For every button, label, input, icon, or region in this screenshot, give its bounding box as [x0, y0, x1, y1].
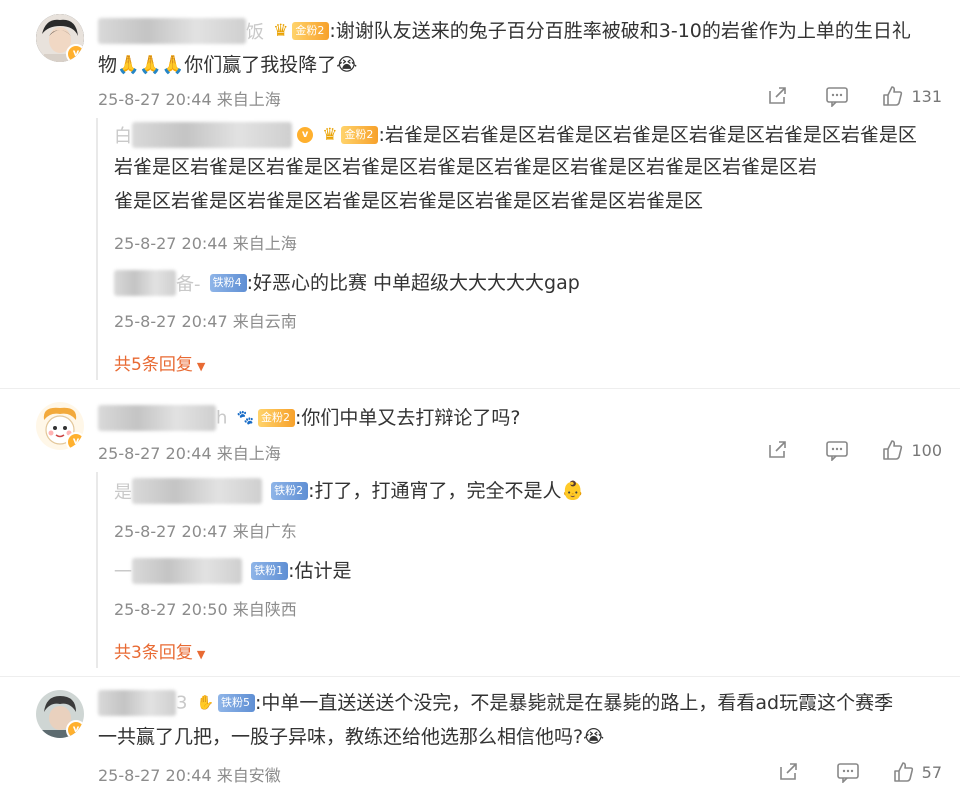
crown-icon: ♛	[322, 125, 338, 145]
fan-badge[interactable]: 金粉2	[257, 409, 295, 427]
reply-text: :估计是	[288, 560, 352, 582]
comment-text: :你们中单又去打辩论了吗?	[294, 407, 521, 429]
thumbs-up-icon	[893, 762, 913, 782]
reply-username-prefix: 白	[114, 126, 132, 147]
verified-badge-icon: v	[297, 127, 314, 143]
thumbs-up-icon	[883, 86, 903, 106]
verified-badge-icon: v	[66, 432, 84, 450]
cry-emoji: 😭	[583, 726, 605, 748]
reply-time: 25-8-27 20:47 来自广东	[114, 522, 297, 541]
username-suffix: 3	[176, 692, 188, 714]
like-count: 57	[921, 762, 942, 782]
fan-emblem-icon: ✋	[196, 695, 214, 711]
reply-text-line2: 岩雀是区岩雀是区岩雀是区岩雀是区岩雀是区岩雀是区岩雀是区岩雀是区岩雀是区岩	[114, 156, 818, 178]
username-suffix: h	[216, 407, 228, 429]
username-blurred[interactable]	[98, 690, 176, 716]
like-count: 100	[911, 440, 942, 460]
cat-icon: 🐾	[236, 410, 254, 426]
fan-badge[interactable]: 铁粉5	[217, 694, 255, 712]
avatar[interactable]: v	[36, 14, 84, 62]
fan-badge[interactable]: 金粉2	[292, 22, 330, 40]
like-button[interactable]: 131	[881, 84, 942, 108]
comment-icon[interactable]	[818, 760, 878, 784]
username-blurred[interactable]	[114, 270, 176, 296]
reply-1: 是 铁粉2:打了，打通宵了，完全不是人👶 25-8-27 20:47 来自广东	[98, 476, 938, 541]
reply-text-line1: :岩雀是区岩雀是区岩雀是区岩雀是区岩雀是区岩雀是区岩雀是区	[378, 124, 917, 146]
reply-thread: 白 v ♛ 金粉2:岩雀是区岩雀是区岩雀是区岩雀是区岩雀是区岩雀是区岩雀是区 岩雀…	[96, 118, 944, 380]
fan-badge[interactable]: 铁粉1	[251, 562, 289, 580]
avatar[interactable]: v	[36, 690, 84, 738]
share-icon[interactable]	[747, 438, 807, 462]
thumbs-up-icon	[883, 440, 903, 460]
avatar[interactable]: v	[36, 402, 84, 450]
comment-icon[interactable]	[807, 438, 867, 462]
username-blurred[interactable]	[132, 122, 292, 148]
comment-icon[interactable]	[807, 84, 867, 108]
fan-badge[interactable]: 铁粉2	[271, 482, 309, 500]
verified-badge-icon: v	[66, 720, 84, 738]
share-icon[interactable]	[758, 760, 818, 784]
caret-down-icon: ▼	[196, 360, 206, 373]
pray-emoji: 🙏🙏🙏	[117, 54, 185, 76]
divider	[0, 388, 960, 389]
reply-text: :好恶心的比赛 中单超级大大大大大gap	[246, 272, 580, 294]
reply-2: 备- 铁粉4:好恶心的比赛 中单超级大大大大大gap 25-8-27 20:47…	[98, 268, 938, 331]
username-blurred[interactable]	[98, 18, 246, 44]
comment-text-line2: 一共赢了几把，一股子异味，教练还给他选那么相信他吗?	[98, 726, 584, 748]
username-blurred[interactable]	[132, 558, 242, 584]
comment-time: 25-8-27 20:44 来自上海	[98, 444, 281, 463]
reply-username-suffix: 备-	[176, 274, 201, 295]
reply-thread: 是 铁粉2:打了，打通宵了，完全不是人👶 25-8-27 20:47 来自广东 …	[96, 472, 944, 668]
baby-emoji: 👶	[561, 480, 584, 502]
reply-2: 一 铁粉1:估计是 25-8-27 20:50 来自陕西	[98, 556, 938, 619]
username-blurred[interactable]	[98, 405, 216, 431]
more-replies-link[interactable]: 共3条回复 ▼	[114, 638, 205, 663]
comment-time: 25-8-27 20:44 来自上海	[98, 90, 281, 109]
comment-text-line1: :中单一直送送送个没完，不是暴毙就是在暴毙的路上，看看ad玩霞这个赛季	[254, 692, 894, 714]
username-suffix: 饭	[246, 22, 264, 43]
like-button[interactable]: 57	[892, 760, 942, 784]
reply-time: 25-8-27 20:50 来自陕西	[114, 600, 297, 619]
more-replies-link[interactable]: 共5条回复 ▼	[114, 350, 205, 375]
username-blurred[interactable]	[132, 478, 262, 504]
more-replies-label: 共3条回复	[114, 643, 193, 663]
comment-text-line2: 物	[98, 54, 118, 76]
comment-text-line2b: 你们赢了我投降了	[184, 54, 337, 76]
reply-text: :打了，打通宵了，完全不是人	[308, 480, 562, 502]
fan-badge[interactable]: 铁粉4	[209, 274, 247, 292]
cry-emoji: 😭	[336, 54, 358, 76]
verified-badge-icon: v	[66, 44, 84, 62]
like-button[interactable]: 100	[881, 438, 942, 462]
reply-username-prefix: 是	[114, 482, 132, 503]
like-count: 131	[911, 86, 942, 106]
comment-time: 25-8-27 20:44 来自安徽	[98, 766, 281, 785]
reply-text-line3: 雀是区岩雀是区岩雀是区岩雀是区岩雀是区岩雀是区岩雀是区岩雀是区	[114, 190, 704, 212]
reply-time: 25-8-27 20:44 来自上海	[114, 234, 297, 253]
reply-username-prefix: 一	[114, 562, 132, 583]
comment-text: :谢谢队友送来的兔子百分百胜率被破和3-10的岩雀作为上单的生日礼	[329, 20, 911, 42]
caret-down-icon: ▼	[196, 648, 206, 661]
reply-1: 白 v ♛ 金粉2:岩雀是区岩雀是区岩雀是区岩雀是区岩雀是区岩雀是区岩雀是区 岩雀…	[98, 120, 938, 253]
reply-time: 25-8-27 20:47 来自云南	[114, 312, 297, 331]
crown-icon: ♛	[273, 21, 289, 41]
more-replies-label: 共5条回复	[114, 355, 193, 375]
divider	[0, 676, 960, 677]
fan-badge[interactable]: 金粉2	[341, 126, 379, 144]
share-icon[interactable]	[747, 84, 807, 108]
